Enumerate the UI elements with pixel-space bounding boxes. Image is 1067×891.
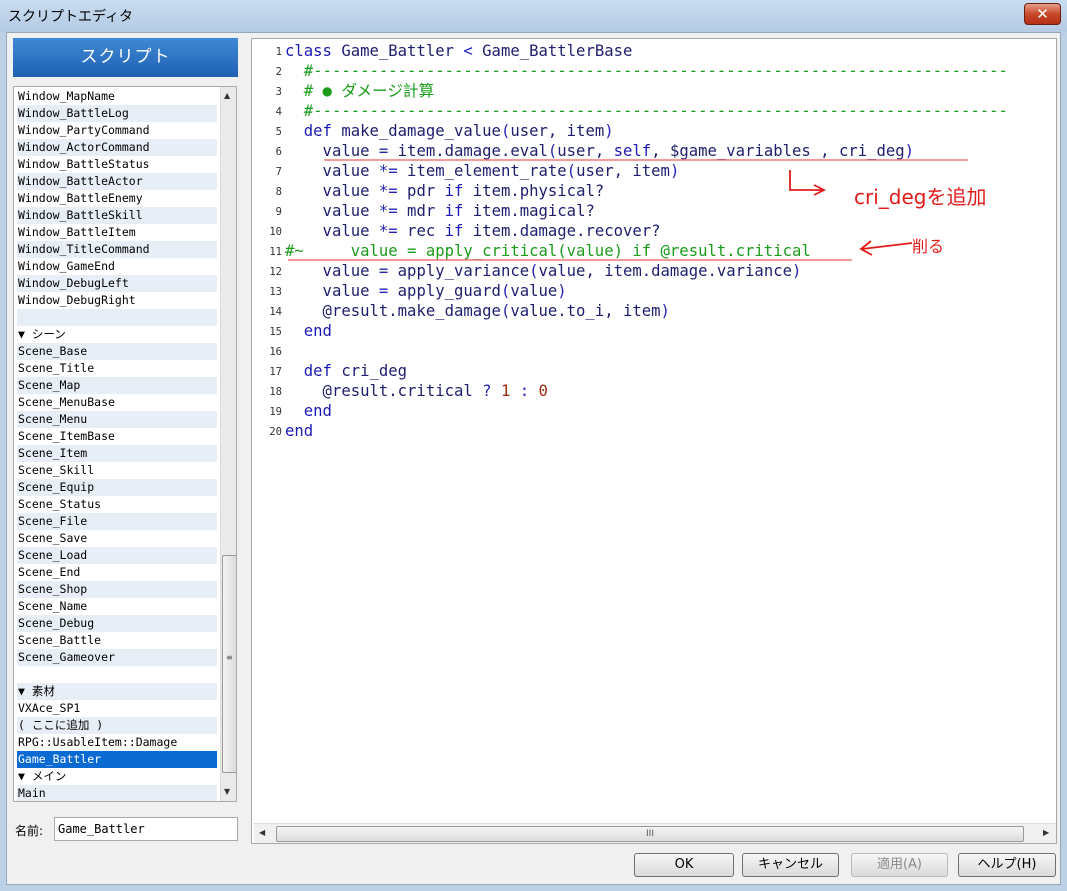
delete-arrow-icon [861,242,913,250]
list-item[interactable] [17,309,217,326]
list-item[interactable]: Scene_Equip [17,479,217,496]
list-item[interactable]: Window_BattleActor [17,173,217,190]
editor-hscrollbar[interactable]: ◀ III ▶ [254,823,1056,843]
list-item[interactable]: Window_BattleLog [17,105,217,122]
list-item[interactable]: Scene_Item [17,445,217,462]
list-item[interactable]: Scene_Debug [17,615,217,632]
list-item[interactable]: Scene_Menu [17,411,217,428]
list-item[interactable]: Window_MapName [17,88,217,105]
list-item[interactable]: ( ここに追加 ) [17,717,217,734]
list-item[interactable]: Scene_MenuBase [17,394,217,411]
list-item[interactable]: Scene_Battle [17,632,217,649]
list-item[interactable]: VXAce_SP1 [17,700,217,717]
cancel-button[interactable]: キャンセル [742,853,839,877]
script-list-header: スクリプト [13,38,238,77]
editor-scroll-thumb[interactable]: III [276,826,1024,842]
list-item[interactable]: Window_ActorCommand [17,139,217,156]
list-item[interactable]: Window_BattleEnemy [17,190,217,207]
close-icon[interactable]: ✕ [1024,3,1061,25]
list-item[interactable]: Scene_Name [17,598,217,615]
list-item[interactable]: Window_DebugRight [17,292,217,309]
apply-button[interactable]: 適用(A) [851,853,948,877]
list-section-header[interactable]: ▼ 素材 [17,683,217,700]
list-scroll-thumb[interactable]: ≡ [222,555,236,773]
code-editor[interactable]: 1 2 3 4 5 6 7 8 9 10 11 12 13 14 15 16 17 18 19 20 class Ga… [251,38,1057,844]
title-bar: スクリプトエディタ ✕ [0,0,1067,32]
ok-button[interactable]: OK [634,853,734,877]
help-button[interactable]: ヘルプ(H) [958,853,1056,877]
list-item[interactable] [17,666,217,683]
list-item[interactable]: Window_BattleSkill [17,207,217,224]
script-list[interactable]: Window_MapName Window_BattleLog Window_Par… [13,86,237,802]
list-item[interactable]: Scene_Gameover [17,649,217,666]
name-label: 名前: [15,824,44,838]
list-item[interactable]: Main [17,785,217,801]
name-input[interactable]: Game_Battler [54,817,238,841]
list-item[interactable]: Window_DebugLeft [17,275,217,292]
list-item[interactable]: Scene_File [17,513,217,530]
dialog-body: スクリプト Window_MapName Window_BattleLog Wind… [6,32,1061,885]
list-item[interactable]: RPG::UsableItem::Damage [17,734,217,751]
scroll-down-icon[interactable]: ▼ [224,787,230,796]
list-item[interactable]: Scene_Base [17,343,217,360]
add-note: cri_degを追加 [854,185,987,209]
list-scrollbar[interactable]: ▲ ≡ ▼ [220,87,236,801]
window-title: スクリプトエディタ [8,9,134,25]
list-item[interactable]: Scene_Map [17,377,217,394]
grip-icon: ≡ [226,653,233,662]
list-section-header[interactable]: ▼ メイン [17,768,217,785]
list-item[interactable]: Scene_Status [17,496,217,513]
list-item[interactable]: Scene_Title [17,360,217,377]
list-item[interactable]: Scene_Shop [17,581,217,598]
scroll-right-icon[interactable]: ▶ [1043,828,1049,837]
scroll-up-icon[interactable]: ▲ [224,91,230,100]
list-item[interactable]: Game_Battler [17,751,217,768]
list-item[interactable]: Scene_Save [17,530,217,547]
list-item[interactable]: Window_BattleItem [17,224,217,241]
list-item[interactable]: Window_TitleCommand [17,241,217,258]
delete-note: 削る [912,237,945,256]
list-item[interactable]: Scene_End [17,564,217,581]
list-item[interactable]: Scene_Skill [17,462,217,479]
list-item[interactable]: Scene_ItemBase [17,428,217,445]
list-item[interactable]: Scene_Load [17,547,217,564]
list-item[interactable]: Window_GameEnd [17,258,217,275]
list-item[interactable]: Window_PartyCommand [17,122,217,139]
list-item[interactable]: Window_BattleStatus [17,156,217,173]
list-section-header[interactable]: ▼ シーン [17,326,217,343]
scroll-left-icon[interactable]: ◀ [259,828,265,837]
